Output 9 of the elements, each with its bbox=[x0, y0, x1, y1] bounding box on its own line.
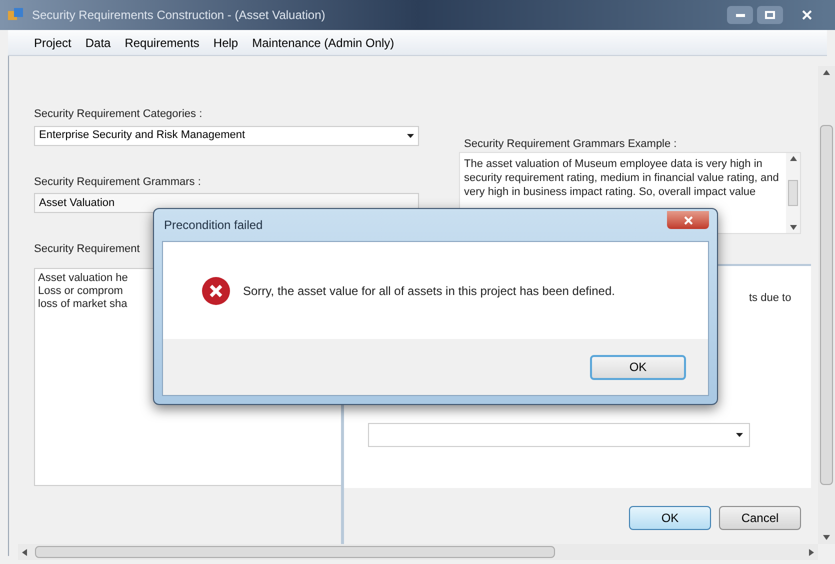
field-label: Security Requirement Categories : bbox=[34, 107, 204, 122]
detail-text: ts due to bbox=[749, 291, 792, 306]
field-label: Security Requirement Grammars Example : bbox=[464, 137, 677, 152]
example-text: The asset valuation of Museum employee data is very high in security requirement rating, medium in financial value rating, and very high in business impact rating. So, overall impact value bbox=[463, 157, 780, 200]
dialog-title: Precondition failed bbox=[163, 217, 263, 234]
field-label: Security Requirement bbox=[34, 242, 141, 257]
window-title: Security Requirements Construction - (Asset Valuation) bbox=[32, 7, 326, 24]
dialog-message: Sorry, the asset value for all of assets in this project has been defined. bbox=[243, 282, 615, 300]
field-label: Security Requirement Grammars : bbox=[34, 174, 202, 190]
